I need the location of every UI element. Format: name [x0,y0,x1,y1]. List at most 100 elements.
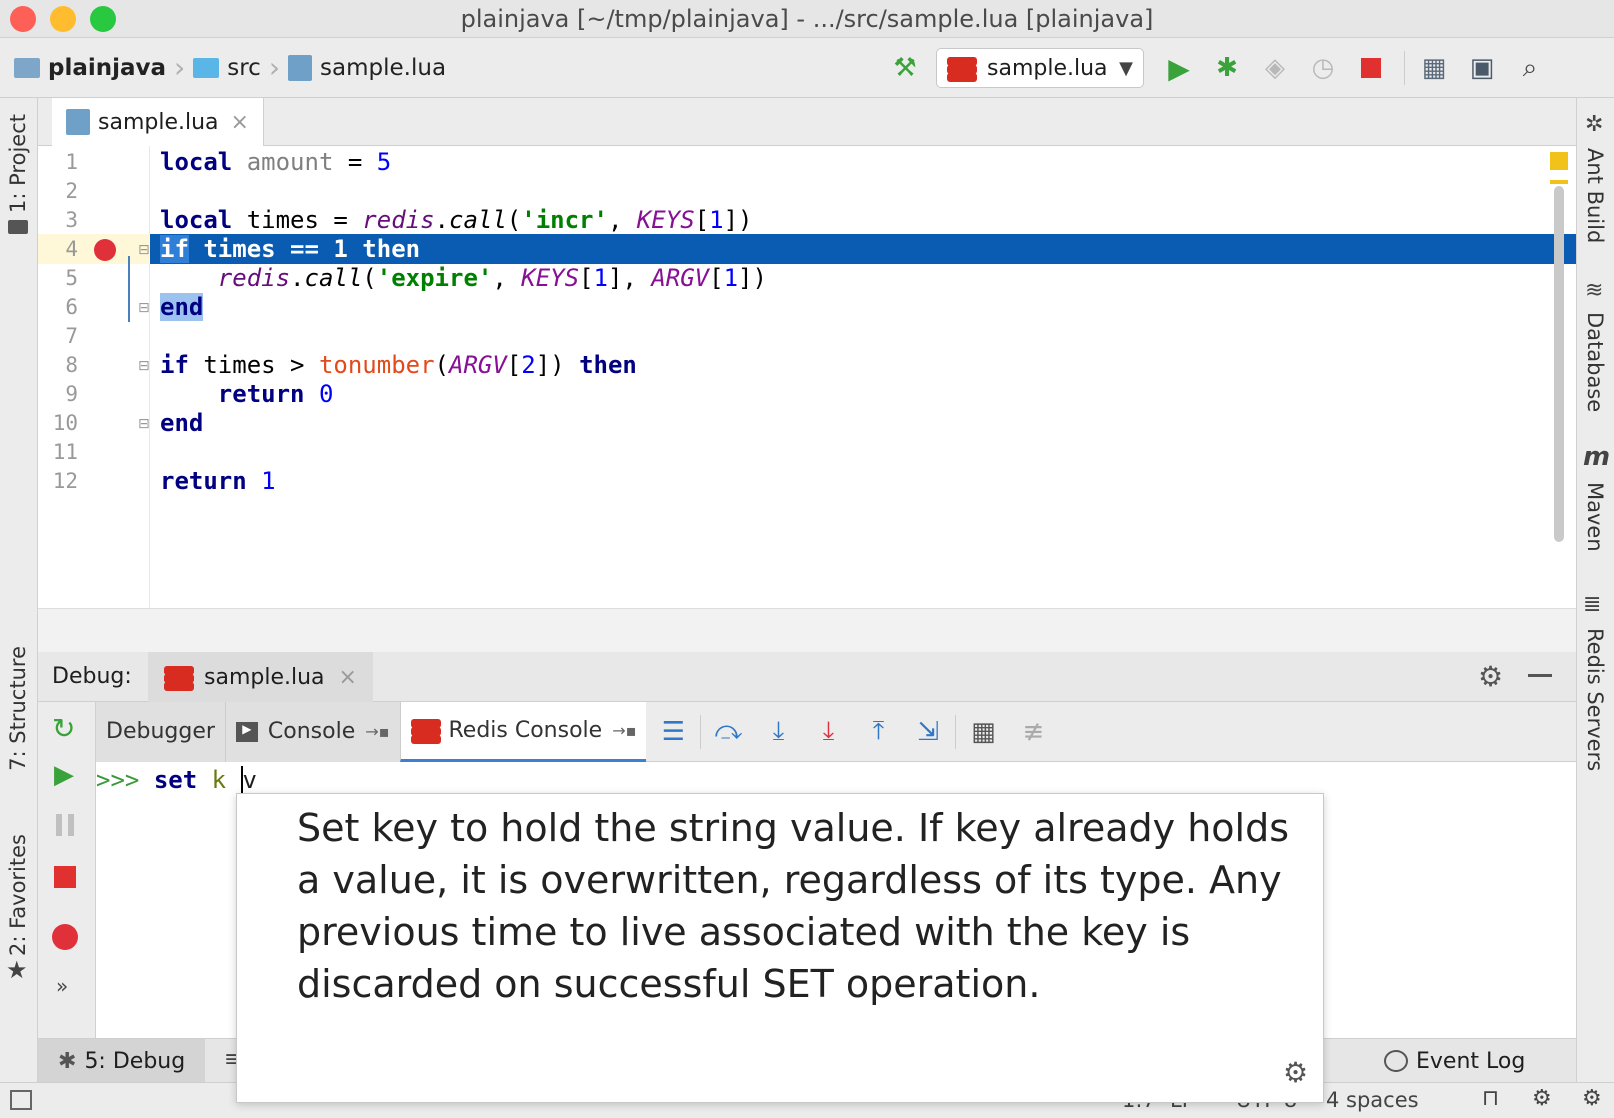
editor-tab-sample-lua[interactable]: sample.lua × [52,98,264,146]
fold-guide [128,256,130,322]
lock-icon[interactable]: ⊓ [1482,1086,1499,1111]
more-icon[interactable]: » [56,974,68,998]
line-number: 12 [52,469,78,493]
pause-icon[interactable] [56,814,74,836]
rerun-icon[interactable]: ↻ [52,712,75,745]
event-settings-icon[interactable]: ⚙ [1582,1086,1602,1111]
editor-bottom-area [38,608,1576,652]
console-command: set [153,766,198,794]
fold-marker-icon[interactable]: ⊟ [138,300,150,316]
run-icon[interactable]: ▶ [1162,51,1196,85]
star-icon: ★ [6,956,28,984]
gear-icon[interactable]: ⚙ [1478,660,1503,693]
gear-icon[interactable]: ⚙ [1283,1056,1308,1089]
left-tool-strip: 1: Project 7: Structure 2: Favorites ★ [0,98,38,1098]
breadcrumb-src[interactable]: src [227,55,261,81]
console-arg: k [211,766,227,794]
maven-tool-button[interactable]: Maven [1583,482,1607,552]
inspector-icon[interactable]: ⚙ [1532,1086,1552,1111]
project-tool-button[interactable]: 1: Project [6,114,30,213]
fold-marker-icon[interactable]: ⊟ [138,358,150,374]
error-stripe-mark[interactable] [1550,180,1568,184]
console-input-line[interactable]: >>> set k v [96,766,257,794]
database-tool-button[interactable]: Database [1583,312,1607,412]
tab-redis-console[interactable]: Redis Console →▪ [399,701,647,762]
editor-gutter: 1 2 3 4 5 6 7 8 9 10 11 12 ⊟ ⊟ ⊟ ⊟ [38,146,150,608]
folder-icon [8,220,28,234]
pin-icon[interactable]: →▪ [612,721,636,740]
line-number: 5 [65,266,78,290]
close-tab-icon[interactable]: × [339,665,357,690]
tab-redis-console-label: Redis Console [448,717,603,743]
title-bar: plainjava [~/tmp/plainjava] - .../src/sa… [0,0,1614,38]
tab-console[interactable]: ▶ Console →▪ [224,701,400,762]
maven-icon: m [1583,442,1611,472]
favorites-tool-button[interactable]: 2: Favorites [6,834,30,956]
pin-icon[interactable]: →▪ [365,722,389,741]
code-line: return 0 [217,380,334,408]
code-editor[interactable]: 1 2 3 4 5 6 7 8 9 10 11 12 ⊟ ⊟ ⊟ ⊟ local… [38,146,1576,608]
code-line: return 1 [160,467,276,495]
indent-select[interactable]: 4 spaces [1326,1088,1419,1112]
code-line: local amount = 5 [160,148,392,176]
editor-tab-label: sample.lua [98,109,219,135]
toggle-tool-windows-icon[interactable] [10,1090,32,1110]
code-line: if times > tonumber(ARGV[2]) then [160,351,637,379]
step-out-icon[interactable]: ⤒ [861,715,895,749]
run-toolbar: ⚒ sample.lua ▼ ▶ ✱ ◈ ◷ ▦ ▣ ⌕ [888,48,1547,88]
debug-tool-window-header: Debug: sample.lua × ⚙ [38,652,1576,702]
search-icon[interactable]: ⌕ [1513,51,1547,85]
breadcrumb-file[interactable]: sample.lua [320,55,446,81]
redis-servers-tool-button[interactable]: Redis Servers [1583,628,1607,771]
console-icon: ▶ [235,721,258,742]
line-number: 2 [65,179,78,203]
chevron-down-icon: ▼ [1119,57,1133,79]
step-over-icon[interactable]: ⤼ [711,715,745,749]
fold-marker-icon[interactable]: ⊟ [138,416,150,432]
force-step-into-icon[interactable]: ⤓ [811,715,845,749]
tab-console-label: Console [267,719,356,744]
structure-tool-button[interactable]: 7: Structure [6,646,30,771]
debug-tool-button[interactable]: ✱ 5: Debug [38,1039,206,1083]
run-to-cursor-icon[interactable]: ⇲ [911,715,945,749]
redis-icon [947,55,977,82]
inspection-warning-icon[interactable] [1550,152,1568,170]
show-execution-point-icon[interactable]: ☰ [656,715,690,749]
project-folder-icon [14,57,40,78]
redis-icon [410,717,441,744]
ant-build-tool-button[interactable]: Ant Build [1583,148,1607,243]
stepping-toolbar: ☰ ⤼ ⤓ ⤓ ⤒ ⇲ ▦ ≢ [656,702,1050,762]
run-config-select[interactable]: sample.lua ▼ [936,48,1144,88]
coverage-icon[interactable]: ◈ [1258,51,1292,85]
run-anything-icon[interactable]: ▣ [1465,51,1499,85]
line-number: 11 [52,440,78,464]
code-line: redis.call('expire', KEYS[1], ARGV[1]) [217,264,767,292]
line-number: 8 [65,353,78,377]
ant-icon: ✲ [1585,112,1604,137]
bug-icon: ✱ [58,1048,77,1074]
view-breakpoints-icon[interactable] [52,924,78,950]
tab-debugger[interactable]: Debugger [96,701,225,762]
breadcrumb: plainjava › src › sample.lua [14,51,446,84]
code-line-selected: if times == 1 then [160,235,421,263]
stop-icon[interactable] [54,866,76,888]
build-hammer-icon[interactable]: ⚒ [888,51,922,85]
editor-scrollbar[interactable] [1554,186,1564,542]
breakpoint-icon[interactable] [94,239,116,261]
trace-icon[interactable]: ≢ [1016,715,1050,749]
evaluate-expression-icon[interactable]: ▦ [966,715,1000,749]
fold-marker-icon[interactable]: ⊟ [138,242,150,258]
resume-icon[interactable]: ▶ [54,760,74,790]
debug-tabs-bar: Debugger ▶ Console →▪ Redis Console →▪ ☰… [96,701,1576,762]
project-structure-icon[interactable]: ▦ [1417,51,1451,85]
stop-icon[interactable] [1354,51,1388,85]
close-tab-icon[interactable]: × [231,110,249,135]
step-into-icon[interactable]: ⤓ [761,715,795,749]
debug-session-tab[interactable]: sample.lua × [148,652,373,702]
profile-icon[interactable]: ◷ [1306,51,1340,85]
debug-bug-icon[interactable]: ✱ [1210,51,1244,85]
event-log-button[interactable]: Event Log [1384,1039,1525,1083]
minimize-icon[interactable] [1528,674,1552,677]
quick-documentation-popup: Set key to hold the string value. If key… [236,793,1324,1103]
breadcrumb-project[interactable]: plainjava [48,55,166,81]
